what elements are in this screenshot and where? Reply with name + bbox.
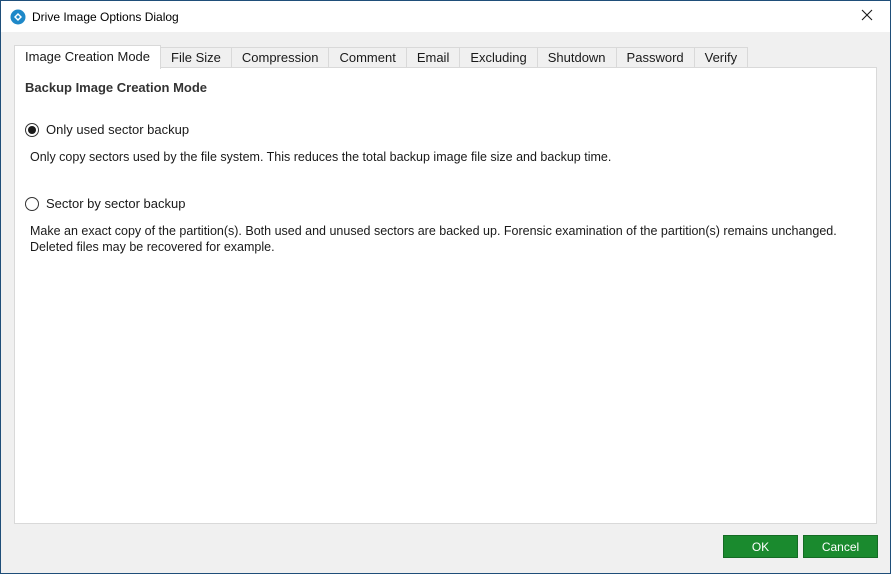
close-icon xyxy=(861,9,873,24)
option-description: Make an exact copy of the partition(s). … xyxy=(30,224,837,254)
window-title: Drive Image Options Dialog xyxy=(32,10,179,24)
tab-excluding[interactable]: Excluding xyxy=(460,47,538,68)
tab-comment[interactable]: Comment xyxy=(329,47,407,68)
cancel-button[interactable]: Cancel xyxy=(803,535,878,558)
radio-label: Only used sector backup xyxy=(46,122,190,137)
radio-button[interactable] xyxy=(25,196,39,211)
dialog-window: Drive Image Options Dialog Image Creatio… xyxy=(0,0,891,574)
tab-file-size[interactable]: File Size xyxy=(161,47,232,68)
tab-shutdown[interactable]: Shutdown xyxy=(537,47,617,68)
option-description: Only copy sectors used by the file syste… xyxy=(30,150,612,164)
tab-email[interactable]: Email xyxy=(406,47,461,68)
close-button[interactable] xyxy=(844,1,890,32)
radio-used-sector-backup[interactable]: Only used sector backup xyxy=(25,122,189,137)
tab-verify[interactable]: Verify xyxy=(694,47,749,68)
radio-label: Sector by sector backup xyxy=(46,196,186,211)
radio-button-selected[interactable] xyxy=(25,122,39,137)
tab-password[interactable]: Password xyxy=(616,47,695,68)
radio-sector-by-sector-backup[interactable]: Sector by sector backup xyxy=(25,196,185,211)
app-logo-icon xyxy=(10,9,26,25)
tab-strip: Image Creation Mode File Size Compressio… xyxy=(14,45,749,69)
title-bar[interactable]: Drive Image Options Dialog xyxy=(1,1,890,32)
ok-button[interactable]: OK xyxy=(723,535,798,558)
tab-compression[interactable]: Compression xyxy=(231,47,330,68)
tab-panel: Backup Image Creation Mode Only used sec… xyxy=(14,67,877,524)
section-heading: Backup Image Creation Mode xyxy=(25,80,208,95)
tab-image-creation-mode[interactable]: Image Creation Mode xyxy=(14,45,162,69)
